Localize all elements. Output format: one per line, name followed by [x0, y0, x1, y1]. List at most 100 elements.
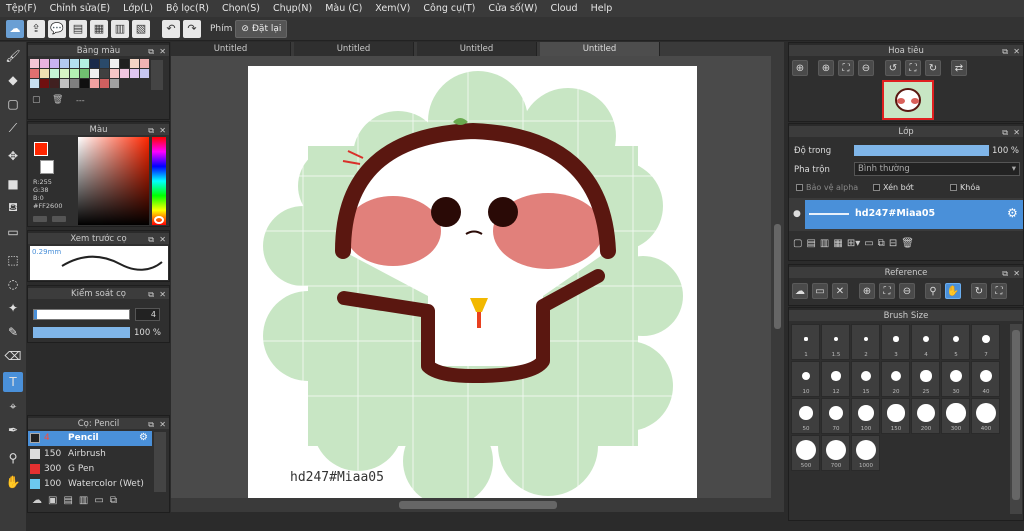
- lasso-tool-icon[interactable]: ◌: [3, 274, 23, 294]
- close-icon[interactable]: ✕: [159, 45, 166, 58]
- new-layer-8bit-icon[interactable]: ▤: [806, 238, 815, 249]
- select-pen-tool-icon[interactable]: ✎: [3, 322, 23, 342]
- brush-size-scrollbar[interactable]: [1010, 324, 1022, 514]
- gear-icon[interactable]: ⚙: [1007, 206, 1018, 220]
- close-icon[interactable]: ✕: [159, 233, 166, 246]
- color-swatch[interactable]: [90, 69, 99, 78]
- redo-icon[interactable]: ↷: [183, 19, 201, 38]
- color-swatch[interactable]: [30, 69, 39, 78]
- color-swatch[interactable]: [130, 59, 139, 68]
- tab-untitled-4[interactable]: Untitled: [540, 42, 660, 56]
- brush-size-cell[interactable]: 4: [911, 324, 940, 360]
- brush-tool-icon[interactable]: 🖌: [3, 46, 23, 66]
- undo-icon[interactable]: ↶: [162, 19, 180, 38]
- color-swatch[interactable]: [110, 69, 119, 78]
- reference-cloud-icon[interactable]: ☁: [792, 283, 808, 299]
- tab-untitled-3[interactable]: Untitled: [417, 42, 537, 56]
- brush-size-cell[interactable]: 700: [821, 435, 850, 471]
- color-swatch[interactable]: [30, 79, 39, 88]
- close-icon[interactable]: ✕: [1013, 45, 1020, 58]
- list-item[interactable]: 150 Airbrush: [28, 447, 152, 461]
- brush-add-icon[interactable]: ▣: [48, 495, 57, 506]
- color-swatch[interactable]: [60, 69, 69, 78]
- menu-file[interactable]: Tệp(F): [6, 3, 37, 14]
- list-item[interactable]: 100 Watercolor (Wet): [28, 477, 152, 491]
- color-swatch[interactable]: [70, 69, 79, 78]
- menu-layer[interactable]: Lớp(L): [123, 3, 153, 14]
- palette-delete-icon[interactable]: 🗑: [52, 95, 63, 105]
- menu-window[interactable]: Cửa số(W): [488, 3, 537, 14]
- color-swatch[interactable]: [80, 69, 89, 78]
- gear-icon[interactable]: ⚙: [139, 432, 148, 443]
- layer-row[interactable]: ● hd247#Miaa05 ⚙: [793, 200, 1023, 229]
- new-halftone-layer-icon[interactable]: ▦: [833, 238, 842, 249]
- color-swatch[interactable]: [140, 59, 149, 68]
- brush-size-cell[interactable]: 200: [911, 398, 940, 434]
- actual-size-icon[interactable]: ⛶: [838, 60, 854, 76]
- move-tool-icon[interactable]: ✥: [3, 146, 23, 166]
- eraser-tool-icon[interactable]: ◆: [3, 70, 23, 90]
- lock-checkbox[interactable]: Khóa: [950, 183, 980, 192]
- color-swatch[interactable]: [50, 59, 59, 68]
- clipping-checkbox[interactable]: Xén bớt: [873, 183, 914, 192]
- color-swatch[interactable]: [90, 59, 99, 68]
- reset-button[interactable]: ⊘ Đặt lại: [235, 19, 288, 38]
- color-swatch[interactable]: [60, 59, 69, 68]
- menu-capture[interactable]: Chụp(N): [273, 3, 312, 14]
- color-swatch[interactable]: [30, 59, 39, 68]
- menu-tools[interactable]: Công cụ(T): [423, 3, 475, 14]
- palette-add-icon[interactable]: ▢: [32, 95, 41, 105]
- color-swatch[interactable]: [90, 79, 99, 88]
- menu-edit[interactable]: Chỉnh sửa(E): [50, 3, 111, 14]
- float-icon[interactable]: ⧉: [1002, 126, 1008, 139]
- brush-size-cell[interactable]: 12: [821, 361, 850, 397]
- hue-handle[interactable]: [154, 216, 164, 224]
- color-swatch[interactable]: [40, 59, 49, 68]
- color-swatch[interactable]: [120, 69, 129, 78]
- select-eraser-tool-icon[interactable]: ⌫: [3, 346, 23, 366]
- brush-size-cell[interactable]: 300: [941, 398, 970, 434]
- color-swatch[interactable]: [50, 69, 59, 78]
- canvas-vertical-scrollbar[interactable]: [771, 56, 784, 498]
- color-swatch[interactable]: [110, 59, 119, 68]
- brush-size-cell[interactable]: 3: [881, 324, 910, 360]
- eyedropper-tool-icon[interactable]: ⚲: [3, 448, 23, 468]
- menu-help[interactable]: Help: [591, 3, 613, 14]
- brush-copy-icon[interactable]: ⧉: [110, 495, 117, 506]
- brush-new-icon[interactable]: ▤: [63, 495, 72, 506]
- menu-filter[interactable]: Bộ lọc(R): [166, 3, 209, 14]
- color-swatch[interactable]: [120, 59, 129, 68]
- reference-hand-icon[interactable]: ✋: [945, 283, 961, 299]
- brush-size-cell[interactable]: 15: [851, 361, 880, 397]
- zoom-out-icon[interactable]: ⊖: [858, 60, 874, 76]
- color-swatch[interactable]: [60, 79, 69, 88]
- color-swatch[interactable]: [40, 69, 49, 78]
- reference-fullscreen-icon[interactable]: ⛶: [991, 283, 1007, 299]
- menu-color[interactable]: Màu (C): [325, 3, 362, 14]
- brush-size-cell[interactable]: 7: [971, 324, 1000, 360]
- reference-zoom-out-icon[interactable]: ⊖: [899, 283, 915, 299]
- brush-size-cell[interactable]: 70: [821, 398, 850, 434]
- reference-eyedropper-icon[interactable]: ⚲: [925, 283, 941, 299]
- duplicate-layer-icon[interactable]: ⧉: [878, 238, 885, 249]
- hue-slider[interactable]: [152, 137, 166, 225]
- brush-size-cell[interactable]: 40: [971, 361, 1000, 397]
- palette-scrollbar[interactable]: [151, 60, 163, 90]
- layer-folder-icon[interactable]: ▭: [864, 238, 873, 249]
- drawing-paper[interactable]: hd247#Miaa05: [248, 66, 697, 506]
- brush-size-cell[interactable]: 50: [791, 398, 820, 434]
- menu-select[interactable]: Chọn(S): [222, 3, 260, 14]
- close-icon[interactable]: ✕: [159, 288, 166, 301]
- brush-size-cell[interactable]: 150: [881, 398, 910, 434]
- zoom-in-icon[interactable]: ⊕: [818, 60, 834, 76]
- hand-tool-icon[interactable]: ✋: [3, 472, 23, 492]
- blend-mode-select[interactable]: Bình thường ▾: [854, 162, 1020, 176]
- delete-layer-icon[interactable]: 🗑: [901, 238, 914, 249]
- brush-size-cell[interactable]: 1000: [851, 435, 880, 471]
- eyedrop-color-button[interactable]: [52, 216, 66, 222]
- pen-tool-icon[interactable]: ✒: [3, 420, 23, 440]
- color-swatch[interactable]: [80, 79, 89, 88]
- tab-untitled-2[interactable]: Untitled: [294, 42, 414, 56]
- protect-alpha-checkbox[interactable]: Bảo vệ alpha: [796, 183, 858, 192]
- text-tool-icon[interactable]: T: [3, 372, 23, 392]
